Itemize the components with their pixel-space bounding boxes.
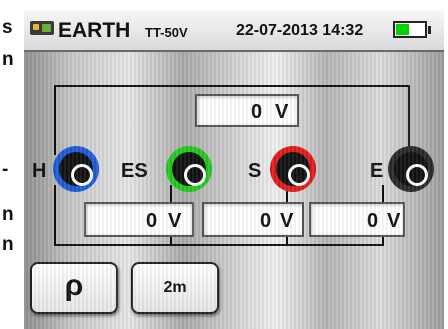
wire-left bbox=[54, 85, 56, 155]
voltage-value: 0 bbox=[146, 210, 158, 232]
battery-icon bbox=[393, 21, 427, 38]
wire-top bbox=[54, 85, 410, 87]
date-time: 22-07-2013 14:32 bbox=[236, 22, 364, 39]
rho-button[interactable]: ρ bbox=[30, 262, 118, 314]
terminal-s-jack bbox=[270, 146, 316, 192]
voltage-unit: V bbox=[387, 210, 401, 232]
battery-tip bbox=[428, 26, 431, 34]
mode-title: EARTH bbox=[58, 19, 131, 42]
voltage-unit: V bbox=[168, 210, 182, 232]
edge-char: n bbox=[2, 234, 14, 255]
voltage-unit: V bbox=[275, 101, 289, 123]
terminal-label-s: S bbox=[248, 160, 262, 182]
mode-subtitle: TT-50V bbox=[145, 25, 188, 40]
terminal-label-h: H bbox=[32, 160, 47, 182]
edge-char: n bbox=[2, 204, 14, 225]
terminal-label-e: E bbox=[370, 160, 384, 182]
edge-char: - bbox=[2, 159, 9, 180]
voltage-box-h-es: 0 V bbox=[84, 202, 194, 237]
battery-level bbox=[396, 24, 409, 35]
voltage-unit: V bbox=[280, 210, 294, 232]
terminal-es-jack bbox=[166, 146, 212, 192]
2m-button[interactable]: 2m bbox=[131, 262, 219, 314]
terminal-e-jack bbox=[388, 146, 434, 192]
edge-char: n bbox=[2, 49, 14, 70]
cropped-edge-text: s n - n n bbox=[0, 0, 24, 329]
voltage-value: 0 bbox=[260, 210, 272, 232]
voltage-value: 0 bbox=[251, 101, 263, 123]
voltage-box-es-s: 0 V bbox=[202, 202, 304, 237]
voltage-value: 0 bbox=[367, 210, 379, 232]
terminal-label-es: ES bbox=[121, 160, 148, 182]
status-bar: EARTH TT-50V 22-07-2013 14:32 bbox=[24, 10, 444, 52]
voltage-box-s-e: 0 V bbox=[309, 202, 405, 237]
instrument-screen: EARTH TT-50V 22-07-2013 14:32 0 V H ES S… bbox=[24, 10, 444, 329]
wire-bottom-right bbox=[194, 244, 384, 246]
wire-right bbox=[408, 85, 410, 155]
voltage-box-top: 0 V bbox=[195, 94, 299, 127]
wire-h-down bbox=[54, 185, 56, 245]
app-logo-icon bbox=[30, 21, 54, 35]
edge-char: s bbox=[2, 17, 13, 38]
terminal-h-jack bbox=[53, 146, 99, 192]
